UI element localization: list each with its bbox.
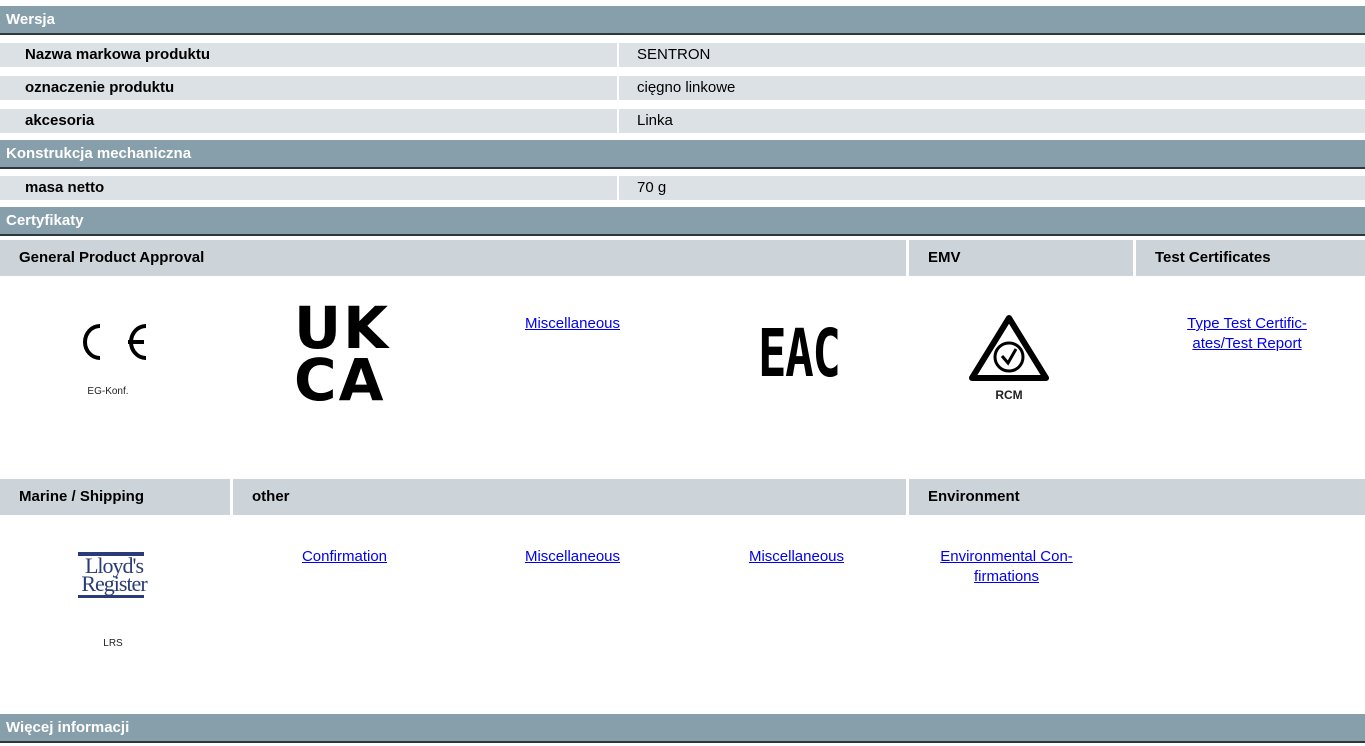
cert-header-test: Test Certificates xyxy=(1136,240,1365,276)
rcm-mark-logo: RCM xyxy=(966,312,1052,412)
lloyds-register-logo: Lloyd's Register LRS xyxy=(68,552,178,652)
section-title: Konstrukcja mechaniczna xyxy=(6,145,192,162)
link-label-line-1: Environmental Con- xyxy=(940,548,1073,565)
cert-header-environment: Environment xyxy=(909,479,1365,515)
link-label-line-1: Type Test Certific- xyxy=(1187,315,1307,332)
section-header-certificates: Certyfikaty xyxy=(0,207,1365,236)
cert-header-label: Environment xyxy=(928,488,1020,505)
cert-header-general: General Product Approval xyxy=(0,240,906,276)
lrs-caption: LRS xyxy=(103,638,123,649)
row-value: Linka xyxy=(637,112,673,129)
column-divider xyxy=(617,176,619,200)
column-divider xyxy=(617,109,619,133)
link-label: Miscellaneous xyxy=(524,548,621,565)
row-label: masa netto xyxy=(25,179,105,196)
table-row: oznaczenie produktu cięgno linkowe xyxy=(0,76,1365,100)
confirmation-link[interactable]: Confirmation xyxy=(272,547,417,567)
section-header-more-info: Więcej informacji xyxy=(0,714,1365,743)
lloyds-line-2: Register xyxy=(81,571,147,596)
table-row: masa netto 70 g xyxy=(0,176,1365,200)
row-value: cięgno linkowe xyxy=(637,79,736,96)
cert-header-label: General Product Approval xyxy=(19,249,205,266)
type-test-certificates-link[interactable]: Type Test Certific- ates/Test Report xyxy=(1152,314,1342,354)
section-title: Więcej informacji xyxy=(6,719,130,736)
eac-mark-text: EAC xyxy=(758,315,841,392)
cert-header-label: other xyxy=(252,488,290,505)
row-label: akcesoria xyxy=(25,112,95,129)
cert-header-marine: Marine / Shipping xyxy=(0,479,230,515)
environmental-confirmations-link[interactable]: Environmental Con- firmations xyxy=(914,547,1099,587)
link-label-line-2: ates/Test Report xyxy=(1192,335,1302,352)
column-divider xyxy=(617,76,619,100)
miscellaneous-link[interactable]: Miscellaneous xyxy=(724,547,869,567)
ukca-line-2: CA xyxy=(294,346,386,414)
cert-header-emv: EMV xyxy=(909,240,1133,276)
cert-header-label: Test Certificates xyxy=(1155,249,1271,266)
link-label: Miscellaneous xyxy=(748,548,845,565)
row-value: SENTRON xyxy=(637,46,711,63)
rcm-triangle-icon xyxy=(969,315,1049,381)
row-label: Nazwa markowa produktu xyxy=(25,46,211,63)
miscellaneous-link[interactable]: Miscellaneous xyxy=(500,547,645,567)
ce-caption: EG-Konf. xyxy=(87,386,129,397)
link-label: Confirmation xyxy=(301,548,388,565)
section-title: Certyfikaty xyxy=(6,212,84,229)
link-label-line-2: firmations xyxy=(973,568,1040,585)
row-value: 70 g xyxy=(637,179,667,196)
ce-mark-icon xyxy=(83,324,147,360)
eac-mark-logo: EAC xyxy=(744,312,844,402)
rcm-caption: RCM xyxy=(995,388,1023,402)
table-row: Nazwa markowa produktu SENTRON xyxy=(0,43,1365,67)
section-header-mechanical: Konstrukcja mechaniczna xyxy=(0,140,1365,169)
cert-header-label: Marine / Shipping xyxy=(19,488,145,505)
ukca-mark-logo: UK CA xyxy=(294,299,399,414)
link-label: Miscellaneous xyxy=(524,315,621,332)
cert-header-label: EMV xyxy=(928,249,961,266)
ce-mark-logo: EG-Konf. xyxy=(70,312,180,402)
section-title: Wersja xyxy=(6,11,55,28)
miscellaneous-link[interactable]: Miscellaneous xyxy=(500,314,645,334)
table-row: akcesoria Linka xyxy=(0,109,1365,133)
row-label: oznaczenie produktu xyxy=(25,79,175,96)
lloyds-bar-bottom xyxy=(78,595,144,598)
section-header-version: Wersja xyxy=(0,6,1365,35)
column-divider xyxy=(617,43,619,67)
cert-header-other: other xyxy=(233,479,906,515)
